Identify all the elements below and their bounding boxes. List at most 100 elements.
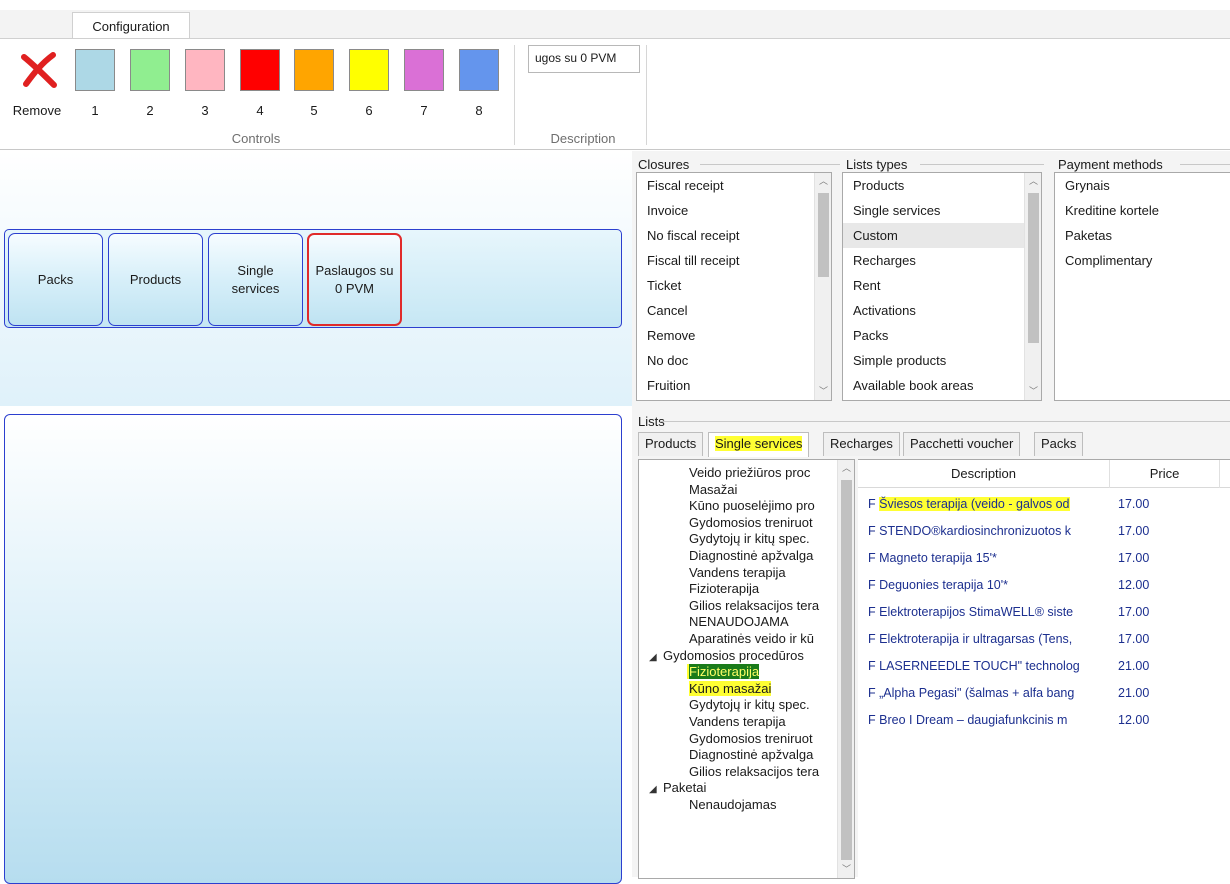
tab-single-services[interactable]: Single services bbox=[708, 432, 810, 457]
closures-item[interactable]: Fiscal till receipt bbox=[637, 248, 831, 273]
tree-node[interactable]: Masažai bbox=[639, 482, 837, 499]
table-row[interactable]: F LASERNEEDLE TOUCH" technolog 21.00 bbox=[858, 653, 1230, 680]
tree-node[interactable]: Gydomosios treniruot bbox=[639, 515, 837, 532]
color-button-4[interactable]: 4 bbox=[240, 49, 280, 119]
tab-recharges[interactable]: Recharges bbox=[823, 432, 900, 456]
color-button-8[interactable]: 8 bbox=[459, 49, 499, 119]
tree-scrollbar[interactable]: ︿ ﹀ bbox=[837, 460, 854, 878]
list-types-item-selected[interactable]: Custom bbox=[843, 223, 1041, 248]
tree-node[interactable]: Gilios relaksacijos tera bbox=[639, 764, 837, 781]
color-button-7[interactable]: 7 bbox=[404, 49, 444, 119]
tile-packs[interactable]: Packs bbox=[8, 233, 103, 326]
collapse-caret-icon[interactable]: ◢ bbox=[649, 650, 663, 667]
closures-item[interactable]: No doc bbox=[637, 348, 831, 373]
color-button-6[interactable]: 6 bbox=[349, 49, 389, 119]
closures-item[interactable]: Remove bbox=[637, 323, 831, 348]
tree-node[interactable]: Kūno puoselėjimo pro bbox=[639, 498, 837, 515]
closures-item[interactable]: Fiscal receipt bbox=[637, 173, 831, 198]
color-swatch-3 bbox=[185, 49, 225, 91]
scroll-down-icon[interactable]: ﹀ bbox=[815, 383, 831, 400]
row-description: Magneto terapija 15'* bbox=[879, 551, 997, 565]
tab-pacchetti-voucher[interactable]: Pacchetti voucher bbox=[903, 432, 1021, 456]
tree-node[interactable]: Gilios relaksacijos tera bbox=[639, 598, 837, 615]
closures-item[interactable]: Fruition bbox=[637, 373, 831, 398]
tree-node-parent[interactable]: ◢ Paketai bbox=[639, 780, 837, 797]
tree-node[interactable]: Gydomosios treniruot bbox=[639, 731, 837, 748]
closures-item[interactable]: No fiscal receipt bbox=[637, 223, 831, 248]
list-types-item[interactable]: Rent bbox=[843, 273, 1041, 298]
tree-node[interactable]: NENAUDOJAMA bbox=[639, 614, 837, 631]
tree-scroll-thumb[interactable] bbox=[841, 480, 852, 860]
tree-node[interactable]: Gydytojų ir kitų spec. bbox=[639, 531, 837, 548]
tab-products[interactable]: Products bbox=[638, 432, 704, 456]
remove-button[interactable]: Remove bbox=[8, 49, 66, 119]
closures-item[interactable]: Invoice bbox=[637, 198, 831, 223]
tile-products[interactable]: Products bbox=[108, 233, 203, 326]
table-row[interactable]: F Magneto terapija 15'* 17.00 bbox=[858, 545, 1230, 572]
tree-node[interactable]: Vandens terapija bbox=[639, 714, 837, 731]
tab-packs[interactable]: Packs bbox=[1034, 432, 1084, 456]
scroll-up-icon[interactable]: ︿ bbox=[815, 173, 831, 190]
table-row[interactable]: F „Alpha Pegasi" (šalmas + alfa bang 21.… bbox=[858, 680, 1230, 707]
list-types-item[interactable]: Activations bbox=[843, 298, 1041, 323]
scroll-down-icon[interactable]: ﹀ bbox=[838, 861, 854, 878]
closures-item[interactable]: Ticket bbox=[637, 273, 831, 298]
tree-node[interactable]: Gydytojų ir kitų spec. bbox=[639, 697, 837, 714]
table-row[interactable]: F Elektroterapija ir ultragarsas (Tens, … bbox=[858, 626, 1230, 653]
list-types-scroll-thumb[interactable] bbox=[1028, 193, 1039, 343]
list-types-list[interactable]: Products Single services Custom Recharge… bbox=[842, 172, 1042, 401]
tree-node[interactable]: Diagnostinė apžvalga bbox=[639, 548, 837, 565]
payment-method-item[interactable]: Paketas bbox=[1055, 223, 1230, 248]
closures-item[interactable]: Cancel bbox=[637, 298, 831, 323]
row-prefix: F bbox=[868, 713, 876, 727]
table-row[interactable]: F Elektroterapijos StimaWELL® siste 17.0… bbox=[858, 599, 1230, 626]
column-header-description[interactable]: Description bbox=[858, 460, 1110, 488]
tree-node[interactable]: Kūno masažai bbox=[639, 680, 837, 698]
list-types-scrollbar[interactable]: ︿ ﹀ bbox=[1024, 173, 1041, 400]
table-row[interactable]: F STENDO®kardiosinchronizuotos k 17.00 bbox=[858, 518, 1230, 545]
table-row[interactable]: F Deguonies terapija 10'* 12.00 bbox=[858, 572, 1230, 599]
tree-node[interactable]: Fizioterapija bbox=[639, 581, 837, 598]
closures-list[interactable]: Fiscal receipt Invoice No fiscal receipt… bbox=[636, 172, 832, 401]
tree-node[interactable]: Diagnostinė apžvalga bbox=[639, 747, 837, 764]
payment-method-item[interactable]: Complimentary bbox=[1055, 248, 1230, 273]
description-input[interactable]: ugos su 0 PVM bbox=[528, 45, 640, 73]
tree-node[interactable]: Aparatinės veido ir kū bbox=[639, 631, 837, 648]
tree-node-parent[interactable]: ◢ Gydomosios procedūros bbox=[639, 648, 837, 665]
list-types-item[interactable]: Available book areas bbox=[843, 373, 1041, 398]
list-types-item[interactable]: Simple products bbox=[843, 348, 1041, 373]
closures-scroll-thumb[interactable] bbox=[818, 193, 829, 277]
tree-node[interactable]: Vandens terapija bbox=[639, 565, 837, 582]
color-button-1[interactable]: 1 bbox=[75, 49, 115, 119]
list-types-item[interactable]: Recharges bbox=[843, 248, 1041, 273]
list-types-item[interactable]: Products bbox=[843, 173, 1041, 198]
items-grid[interactable]: Description Price F Šviesos terapija (ve… bbox=[858, 459, 1230, 879]
list-types-item[interactable]: Single services bbox=[843, 198, 1041, 223]
tree-node[interactable]: Veido priežiūros proc bbox=[639, 465, 837, 482]
tab-pacchetti-voucher-label: Pacchetti voucher bbox=[910, 436, 1014, 451]
tile-single-services[interactable]: Single services bbox=[208, 233, 303, 326]
color-button-3[interactable]: 3 bbox=[185, 49, 225, 119]
tree-node-label: Fizioterapija bbox=[689, 581, 760, 597]
items-design-area[interactable] bbox=[4, 414, 622, 884]
column-header-price[interactable]: Price bbox=[1110, 460, 1220, 488]
collapse-caret-icon[interactable]: ◢ bbox=[649, 782, 663, 799]
scroll-up-icon[interactable]: ︿ bbox=[1025, 173, 1041, 190]
tree-node[interactable]: Nenaudojamas bbox=[639, 797, 837, 814]
color-button-5[interactable]: 5 bbox=[294, 49, 334, 119]
scroll-down-icon[interactable]: ﹀ bbox=[1025, 383, 1041, 400]
tree-node-selected[interactable]: Fizioterapija bbox=[639, 664, 837, 681]
closures-scrollbar[interactable]: ︿ ﹀ bbox=[814, 173, 831, 400]
tree-node-label: Nenaudojamas bbox=[689, 796, 777, 812]
payment-method-item[interactable]: Grynais bbox=[1055, 173, 1230, 198]
scroll-up-icon[interactable]: ︿ bbox=[838, 460, 854, 477]
category-tree[interactable]: Veido priežiūros proc Masažai Kūno puose… bbox=[638, 459, 855, 879]
table-row[interactable]: F Breo I Dream – daugiafunkcinis m 12.00 bbox=[858, 707, 1230, 734]
color-button-2[interactable]: 2 bbox=[130, 49, 170, 119]
payment-method-item[interactable]: Kreditine kortele bbox=[1055, 198, 1230, 223]
payment-methods-list[interactable]: Grynais Kreditine kortele Paketas Compli… bbox=[1054, 172, 1230, 401]
tile-paslaugos-su-0-pvm[interactable]: Paslaugos su 0 PVM bbox=[307, 233, 402, 326]
list-types-item[interactable]: Packs bbox=[843, 323, 1041, 348]
table-row[interactable]: F Šviesos terapija (veido - galvos od 17… bbox=[858, 491, 1230, 518]
tab-configuration[interactable]: Configuration bbox=[72, 12, 190, 39]
